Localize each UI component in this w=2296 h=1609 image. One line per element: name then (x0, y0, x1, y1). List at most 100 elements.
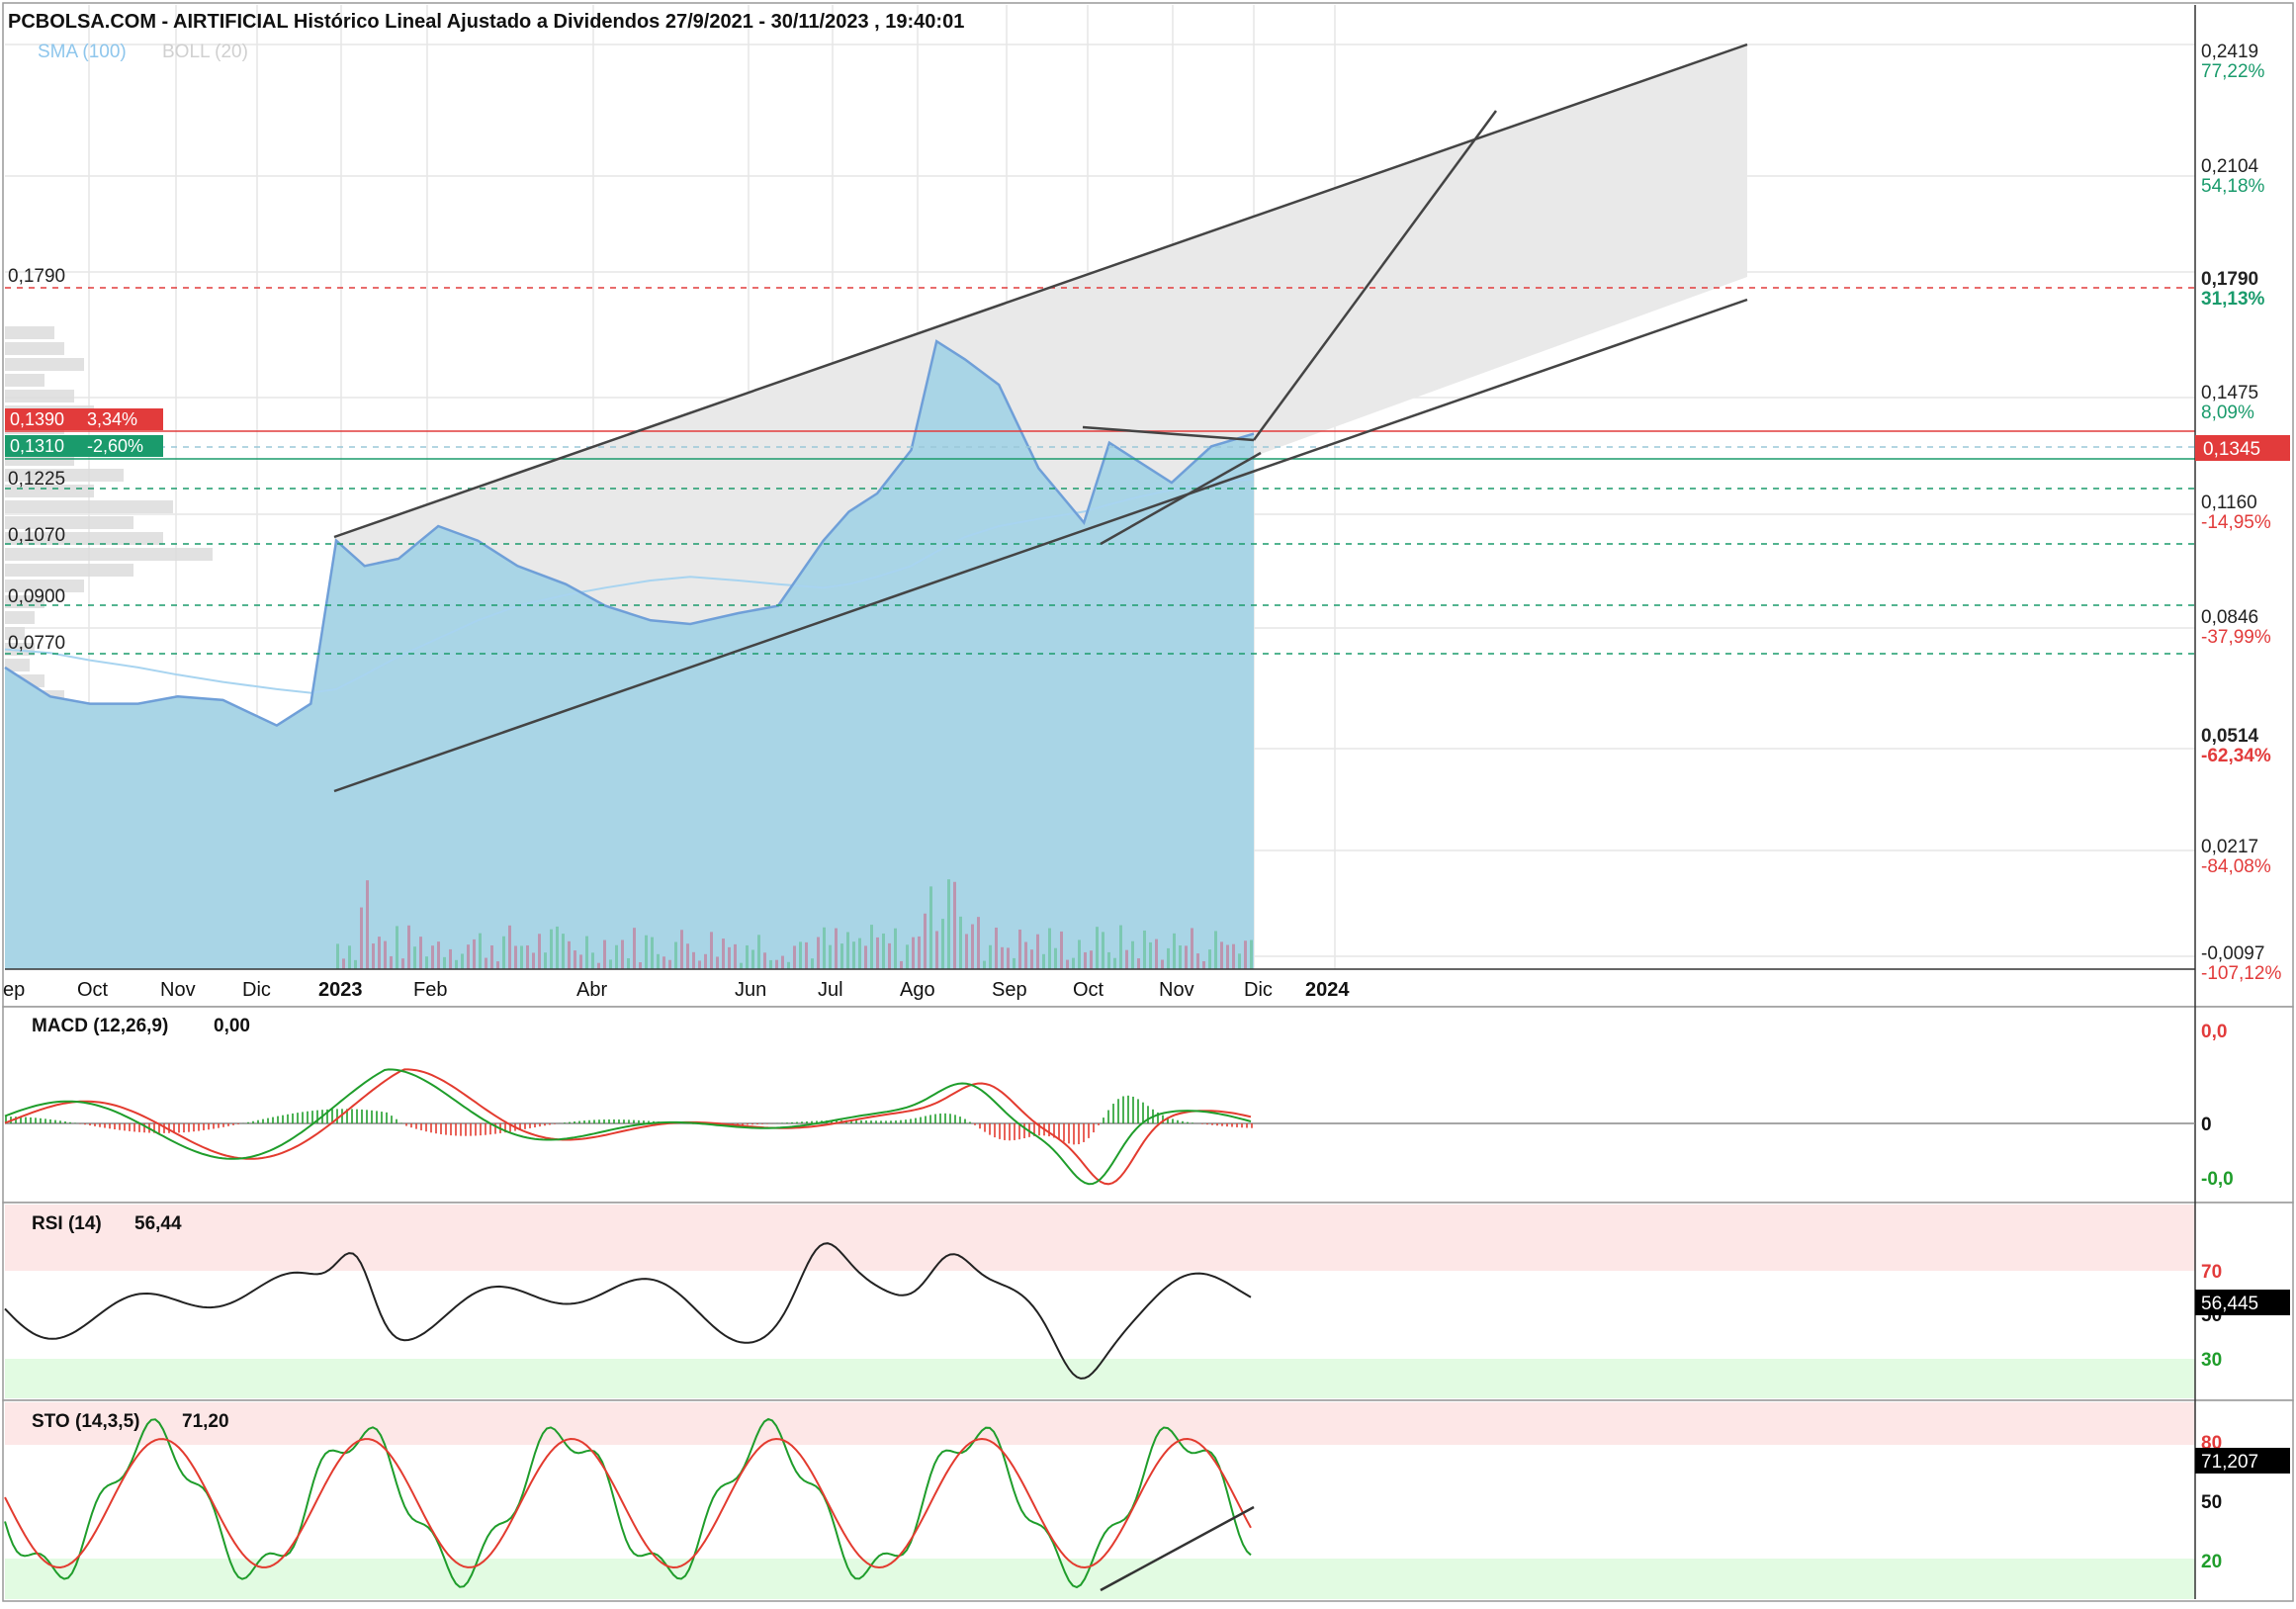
macd-histogram-bar (465, 1123, 467, 1136)
macd-histogram-bar (425, 1123, 427, 1131)
volume-profile-bar-0 (5, 326, 54, 339)
volume-bar (615, 945, 618, 969)
macd-histogram-bar (307, 1112, 309, 1123)
macd-histogram-bar (222, 1123, 224, 1127)
macd-histogram-bar (1078, 1123, 1080, 1144)
macd-histogram-bar (855, 1120, 857, 1123)
y-axis-price-label: 0,2104 (2201, 156, 2259, 177)
macd-axis-bottom: -0,0 (2201, 1169, 2234, 1190)
volume-bar (746, 945, 749, 969)
volume-bar (728, 947, 731, 969)
macd-histogram-bar (618, 1119, 620, 1123)
sma-legend[interactable]: SMA (100) (38, 42, 127, 62)
macd-histogram-bar (578, 1121, 580, 1123)
macd-histogram-bar (1088, 1123, 1090, 1138)
macd-histogram-bar (40, 1118, 42, 1123)
macd-histogram-bar (69, 1122, 71, 1123)
macd-histogram-bar (420, 1123, 422, 1130)
volume-profile-bar-18 (5, 611, 35, 624)
macd-histogram-bar (237, 1123, 239, 1124)
alert-red-pct: 3,34% (87, 409, 137, 429)
volume-bar (1113, 958, 1116, 969)
volume-bar (556, 927, 559, 969)
macd-histogram-bar (1112, 1104, 1114, 1123)
volume-bar (1220, 941, 1223, 969)
volume-bar (348, 945, 351, 969)
volume-bar (1030, 949, 1033, 969)
volume-bar (366, 880, 369, 969)
macd-histogram-bar (292, 1114, 294, 1123)
macd-histogram-bar (1098, 1123, 1100, 1125)
rsi-axis-30: 30 (2201, 1350, 2222, 1371)
volume-bar (716, 956, 719, 969)
macd-histogram-bar (1236, 1123, 1238, 1127)
macd-histogram-bar (999, 1123, 1001, 1139)
volume-bar (882, 934, 885, 969)
volume-bar (858, 939, 861, 969)
macd-histogram-bar (603, 1119, 605, 1123)
volume-bar (935, 931, 938, 969)
macd-histogram-bar (742, 1123, 744, 1125)
volume-bar (1131, 941, 1134, 969)
macd-histogram-bar (885, 1120, 887, 1123)
macd-histogram-bar (583, 1120, 585, 1123)
chart-title: PCBOLSA.COM - AIRTIFICIAL Histórico Line… (8, 11, 964, 33)
macd-histogram-bar (1117, 1099, 1119, 1123)
macd-histogram-bar (376, 1111, 378, 1123)
macd-histogram-bar (1048, 1123, 1050, 1136)
macd-histogram-bar (910, 1118, 912, 1123)
volume-bar (823, 928, 826, 969)
macd-histogram-bar (974, 1123, 976, 1125)
macd-histogram-bar (628, 1119, 630, 1123)
macd-histogram-bar (954, 1115, 956, 1123)
boll-legend[interactable]: BOLL (20) (162, 42, 248, 62)
macd-histogram-bar (386, 1113, 388, 1123)
volume-bar (1036, 935, 1039, 969)
volume-bar (763, 952, 766, 969)
macd-histogram-bar (544, 1123, 546, 1125)
macd-histogram-bar (44, 1118, 46, 1123)
volume-bar (757, 935, 760, 969)
macd-histogram-bar (1014, 1123, 1016, 1140)
chart-page: epOctNovDic2023FebAbrJunJulAgoSepOctNovD… (0, 0, 2296, 1604)
volume-bar (1066, 960, 1069, 969)
macd-histogram-bar (1004, 1123, 1006, 1140)
volume-bar (550, 930, 553, 969)
volume-bar (870, 925, 873, 969)
volume-bar (1250, 940, 1253, 969)
macd-histogram-bar (109, 1123, 111, 1128)
volume-bar (479, 934, 482, 969)
macd-histogram-bar (949, 1114, 951, 1123)
volume-bar (396, 926, 398, 969)
y-axis-price-label: 0,0217 (2201, 837, 2258, 857)
volume-bar (591, 952, 594, 969)
rsi-value: 56,44 (134, 1213, 182, 1234)
volume-bar (1167, 948, 1170, 969)
volume-bar (1191, 928, 1193, 969)
macd-histogram-bar (114, 1123, 116, 1129)
rsi-axis-70: 70 (2201, 1262, 2222, 1283)
volume-bar (722, 939, 725, 969)
macd-histogram-bar (89, 1123, 91, 1125)
volume-bar (360, 908, 363, 969)
volume-bar (461, 953, 464, 969)
volume-bar (864, 945, 867, 969)
alert-green-value: 0,1310 (10, 436, 64, 456)
volume-bar (846, 933, 849, 969)
current-price-value: 0,1345 (2203, 439, 2260, 460)
volume-bar (995, 928, 998, 969)
volume-bar (1208, 949, 1211, 969)
macd-histogram-bar (534, 1123, 536, 1127)
volume-bar (639, 962, 642, 969)
volume-bar (443, 957, 446, 969)
volume-bar (473, 939, 476, 969)
macd-histogram-bar (485, 1123, 486, 1135)
macd-histogram-bar (1107, 1111, 1109, 1123)
volume-bar (1173, 934, 1176, 969)
volume-bar (662, 956, 665, 969)
y-axis-pct-label: -62,34% (2201, 746, 2271, 766)
y-axis-price-label: 0,0846 (2201, 607, 2258, 628)
sto-axis-20: 20 (2201, 1552, 2222, 1572)
volume-bar (769, 960, 772, 969)
macd-histogram-bar (756, 1123, 758, 1124)
